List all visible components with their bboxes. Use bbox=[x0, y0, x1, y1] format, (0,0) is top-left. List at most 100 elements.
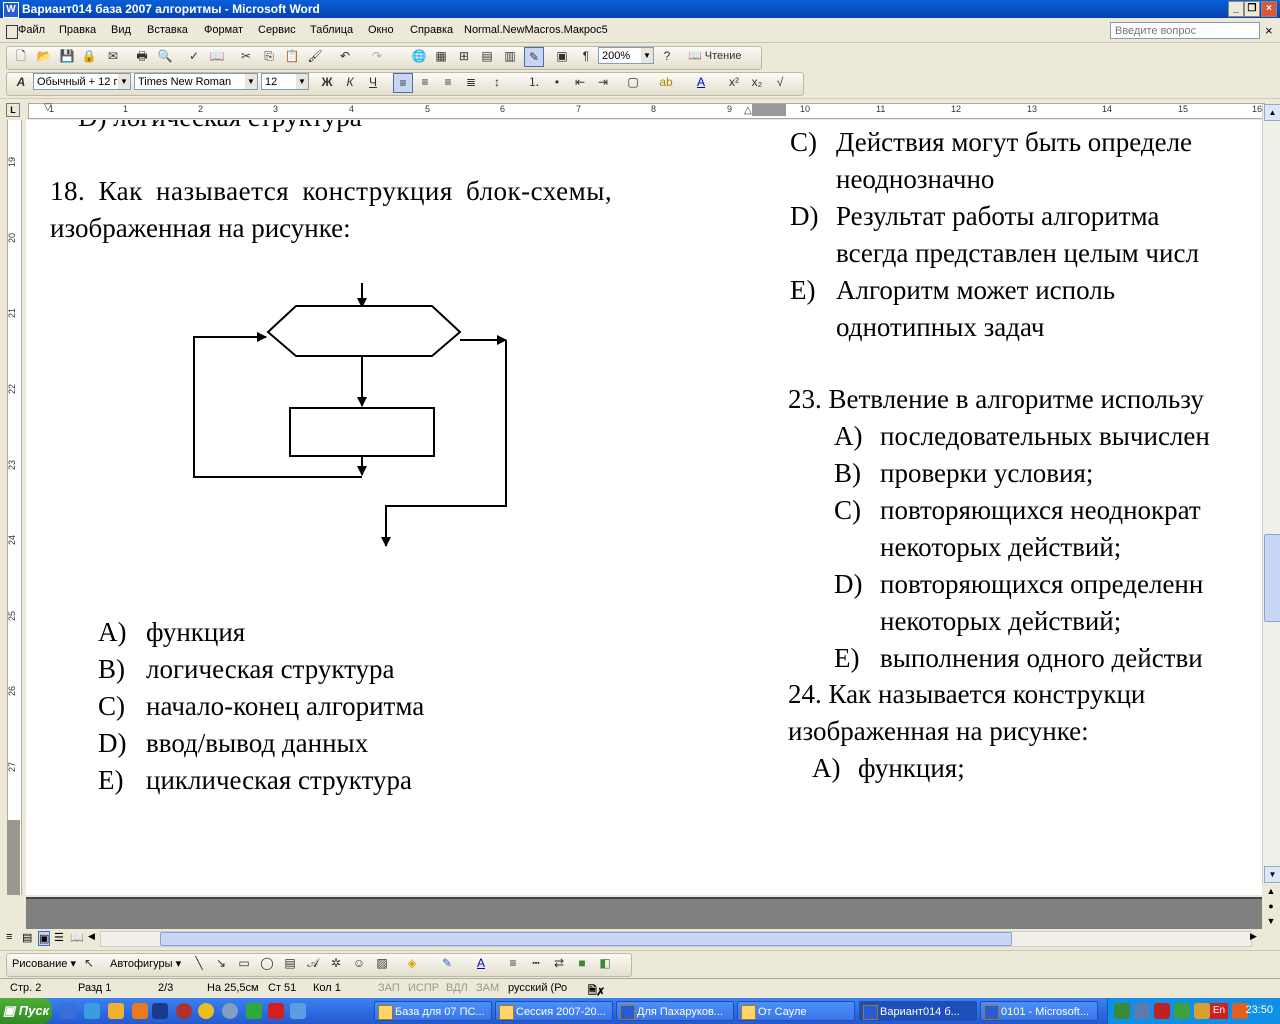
dash-style-icon[interactable]: ┅ bbox=[527, 954, 545, 972]
quicklaunch-media-icon[interactable] bbox=[176, 1003, 192, 1019]
tray-antivirus-icon[interactable] bbox=[1154, 1003, 1170, 1019]
taskbar-item[interactable]: Сессия 2007-20... bbox=[495, 1001, 613, 1021]
tray-network-icon[interactable] bbox=[1114, 1003, 1130, 1019]
taskbar-item[interactable]: От Сауле bbox=[737, 1001, 855, 1021]
vertical-scrollbar[interactable]: ▲ ▼ bbox=[1262, 104, 1280, 884]
undo-icon[interactable]: ↶ bbox=[336, 47, 354, 65]
scroll-down-button[interactable]: ▼ bbox=[1264, 866, 1280, 883]
word-app-icon[interactable]: W bbox=[3, 2, 19, 18]
close-document-icon[interactable]: × bbox=[1265, 23, 1273, 38]
reading-view-icon[interactable]: 📖 bbox=[70, 931, 84, 944]
new-document-icon[interactable]: 🗋 bbox=[12, 47, 30, 65]
taskbar-item[interactable]: База для 07 ПС... bbox=[374, 1001, 492, 1021]
cut-icon[interactable]: ✂ bbox=[237, 47, 255, 65]
browse-object-buttons[interactable]: ▲ ● ▼ bbox=[1263, 884, 1279, 929]
hyperlink-icon[interactable]: 🌐 bbox=[410, 47, 428, 65]
ask-question-input[interactable]: Введите вопрос bbox=[1110, 22, 1260, 39]
menu-view[interactable]: Вид bbox=[111, 24, 131, 36]
format-painter-icon[interactable]: 🖌 bbox=[306, 47, 324, 65]
underline-icon[interactable]: Ч bbox=[364, 73, 382, 91]
horizontal-scroll-thumb[interactable] bbox=[160, 932, 1012, 946]
3d-style-icon[interactable]: ◧ bbox=[596, 954, 614, 972]
quicklaunch-mail-icon[interactable] bbox=[108, 1003, 124, 1019]
reading-layout-button[interactable]: 📖 Чтение bbox=[688, 47, 758, 65]
print-layout-icon[interactable]: ▣ bbox=[38, 931, 51, 946]
tray-volume-icon[interactable] bbox=[1194, 1003, 1210, 1019]
quicklaunch-tool-icon[interactable] bbox=[132, 1003, 148, 1019]
line-color-icon[interactable]: ✎ bbox=[438, 954, 456, 972]
maximize-button[interactable]: ❐ bbox=[1244, 1, 1260, 17]
status-language[interactable]: русский (Ро bbox=[508, 982, 567, 994]
spelling-icon[interactable]: ✓ bbox=[185, 47, 203, 65]
taskbar-item[interactable]: Для Пахаруков... bbox=[616, 1001, 734, 1021]
autoshapes-menu-button[interactable]: Автофигуры ▾ bbox=[110, 957, 181, 970]
copy-icon[interactable]: ⎘ bbox=[260, 47, 278, 65]
quicklaunch-play-icon[interactable] bbox=[246, 1003, 262, 1019]
bullets-icon[interactable]: • bbox=[548, 73, 566, 91]
equation-icon[interactable]: √ bbox=[771, 73, 789, 91]
status-track-changes[interactable]: ИСПР bbox=[408, 982, 439, 994]
superscript-icon[interactable]: x² bbox=[725, 73, 743, 91]
quicklaunch-browser-icon[interactable] bbox=[84, 1003, 100, 1019]
vertical-ruler[interactable]: 19 20 21 22 23 24 25 26 27 28 bbox=[0, 120, 26, 895]
save-icon[interactable]: 💾 bbox=[58, 47, 76, 65]
clock[interactable]: 23:50 bbox=[1245, 1004, 1273, 1016]
horizontal-ruler[interactable]: L 1 1 2 3 4 5 6 7 8 9 10 11 12 13 14 15 … bbox=[0, 100, 1280, 121]
web-view-icon[interactable]: ▤ bbox=[22, 931, 32, 944]
first-line-indent-marker[interactable]: ▽ bbox=[44, 102, 52, 113]
numbering-icon[interactable]: ⒈ bbox=[525, 73, 543, 91]
align-left-icon[interactable]: ≡ bbox=[393, 73, 413, 93]
close-button[interactable]: × bbox=[1261, 1, 1277, 17]
language-indicator[interactable]: En bbox=[1210, 1003, 1228, 1019]
textbox-icon[interactable]: ▤ bbox=[281, 954, 299, 972]
tray-app-icon[interactable] bbox=[1134, 1003, 1150, 1019]
vertical-scroll-thumb[interactable] bbox=[1264, 534, 1280, 622]
font-color-icon[interactable]: A bbox=[692, 73, 710, 91]
italic-icon[interactable]: К bbox=[341, 73, 359, 91]
status-extend[interactable]: ВДЛ bbox=[446, 982, 468, 994]
permission-icon[interactable]: 🔒 bbox=[80, 47, 98, 65]
highlight-icon[interactable]: ab bbox=[657, 73, 675, 91]
decrease-indent-icon[interactable]: ⇤ bbox=[571, 73, 589, 91]
subscript-icon[interactable]: x₂ bbox=[748, 73, 766, 91]
scroll-left-button[interactable]: ◀ bbox=[88, 931, 95, 942]
show-marks-icon[interactable]: ¶ bbox=[577, 47, 595, 65]
increase-indent-icon[interactable]: ⇥ bbox=[594, 73, 612, 91]
styles-formatting-icon[interactable]: A bbox=[12, 73, 30, 91]
font-select[interactable]: Times New Roman ▼ bbox=[134, 73, 258, 90]
research-icon[interactable]: 📖 bbox=[208, 47, 226, 65]
scroll-right-button[interactable]: ▶ bbox=[1250, 931, 1257, 942]
menu-window[interactable]: Окно bbox=[368, 24, 394, 36]
print-preview-icon[interactable]: 🔍 bbox=[156, 47, 174, 65]
tab-selector[interactable]: L bbox=[6, 103, 20, 117]
font-size-select[interactable]: 12 ▼ bbox=[261, 73, 309, 90]
line-spacing-icon[interactable]: ↕ bbox=[488, 73, 506, 91]
paste-icon[interactable]: 📋 bbox=[283, 47, 301, 65]
document-map-icon[interactable]: ▣ bbox=[553, 47, 571, 65]
drawing-toggle-icon[interactable]: ✎ bbox=[524, 47, 544, 67]
menu-file[interactable]: Файл bbox=[18, 24, 45, 36]
tables-borders-icon[interactable]: ▦ bbox=[432, 47, 450, 65]
minimize-button[interactable]: _ bbox=[1228, 1, 1244, 17]
rectangle-tool-icon[interactable]: ▭ bbox=[235, 954, 253, 972]
column-gap-marker[interactable] bbox=[752, 104, 786, 116]
quicklaunch-player-icon[interactable] bbox=[198, 1003, 214, 1019]
help-icon[interactable]: ? bbox=[658, 47, 676, 65]
line-style-icon[interactable]: ≡ bbox=[504, 954, 522, 972]
quicklaunch-ie-icon[interactable] bbox=[60, 1003, 76, 1019]
align-center-icon[interactable]: ≡ bbox=[416, 73, 434, 91]
scroll-up-button[interactable]: ▲ bbox=[1264, 104, 1280, 121]
line-tool-icon[interactable]: ╲ bbox=[190, 954, 208, 972]
insert-excel-icon[interactable]: ▤ bbox=[478, 47, 496, 65]
menu-table[interactable]: Таблица bbox=[310, 24, 353, 36]
fill-color-icon[interactable]: ◈ bbox=[403, 954, 421, 972]
redo-icon[interactable]: ↷ bbox=[368, 47, 386, 65]
insert-table-icon[interactable]: ⊞ bbox=[455, 47, 473, 65]
taskbar-item[interactable]: 0101 - Microsoft... bbox=[980, 1001, 1098, 1021]
email-icon[interactable]: ✉ bbox=[104, 47, 122, 65]
align-right-icon[interactable]: ≡ bbox=[439, 73, 457, 91]
tray-update-icon[interactable] bbox=[1174, 1003, 1190, 1019]
menu-insert[interactable]: Вставка bbox=[147, 24, 188, 36]
status-overtype[interactable]: ЗАМ bbox=[476, 982, 499, 994]
normal-view-icon[interactable]: ≡ bbox=[6, 931, 12, 943]
